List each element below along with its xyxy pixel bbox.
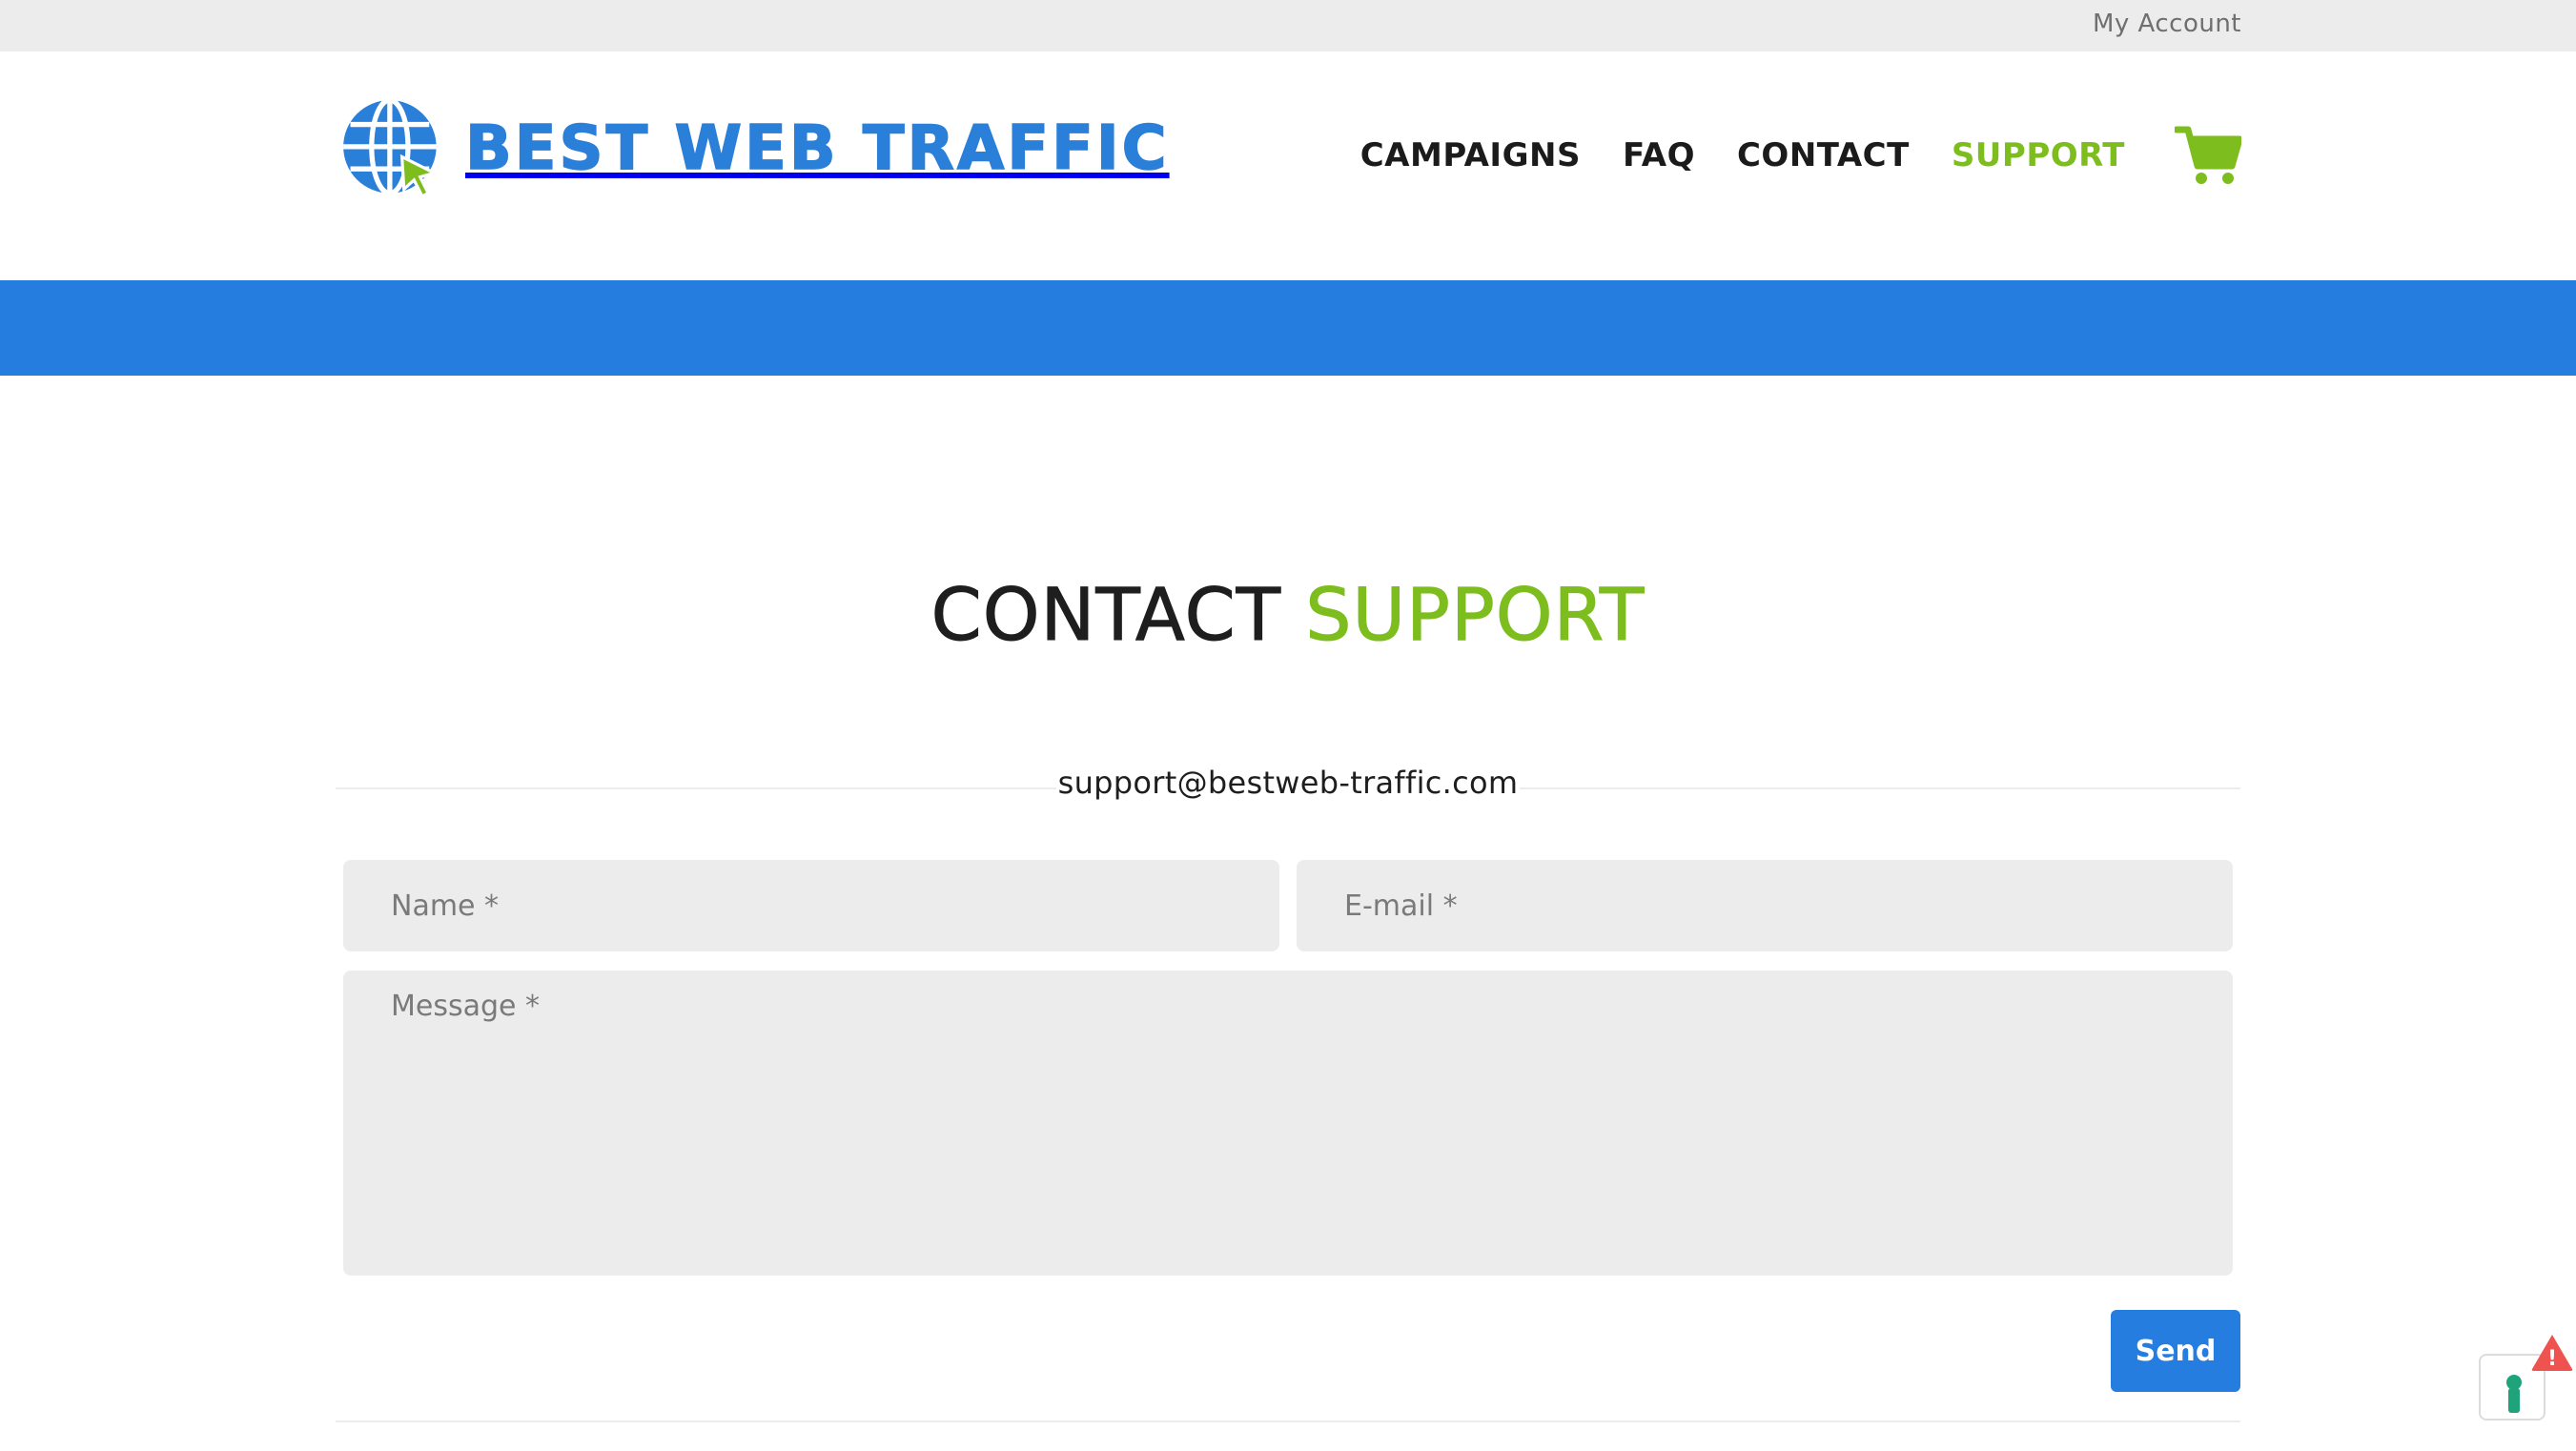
my-account-link[interactable]: My Account: [2093, 10, 2241, 38]
brand-name: BEST WEB TRAFFIC: [464, 112, 1170, 185]
floating-widget[interactable]: !: [2479, 1335, 2573, 1420]
alert-glyph: !: [2547, 1347, 2557, 1371]
site-header: BEST WEB TRAFFIC CAMPAIGNS FAQ CONTACT S…: [0, 51, 2576, 280]
support-email-divider: support@bestweb-traffic.com: [336, 761, 2240, 812]
send-button[interactable]: Send: [2111, 1310, 2240, 1392]
bottom-divider: [336, 1420, 2240, 1422]
nav-item-faq[interactable]: FAQ: [1623, 136, 1695, 174]
top-utility-bar: My Account: [0, 0, 2576, 51]
email-input[interactable]: [1297, 860, 2233, 951]
support-email: support@bestweb-traffic.com: [1057, 765, 1519, 801]
page-title-accent: SUPPORT: [1305, 572, 1646, 658]
shopping-cart-icon[interactable]: [2175, 124, 2241, 187]
page-banner: [0, 280, 2576, 376]
page-title-main: CONTACT: [930, 572, 1282, 658]
name-input[interactable]: [343, 860, 1279, 951]
nav-item-campaigns[interactable]: CAMPAIGNS: [1360, 136, 1581, 174]
warning-alert-icon: !: [2531, 1335, 2573, 1371]
globe-cursor-icon: [343, 98, 439, 198]
main-nav: CAMPAIGNS FAQ CONTACT SUPPORT: [1319, 126, 2241, 185]
message-textarea[interactable]: [343, 971, 2233, 1276]
keyhole-icon: [2506, 1375, 2522, 1413]
nav-item-support[interactable]: SUPPORT: [1952, 136, 2125, 174]
page-title: CONTACT SUPPORT: [0, 572, 2576, 658]
site-logo[interactable]: BEST WEB TRAFFIC: [341, 98, 1170, 198]
nav-item-contact[interactable]: CONTACT: [1737, 136, 1910, 174]
